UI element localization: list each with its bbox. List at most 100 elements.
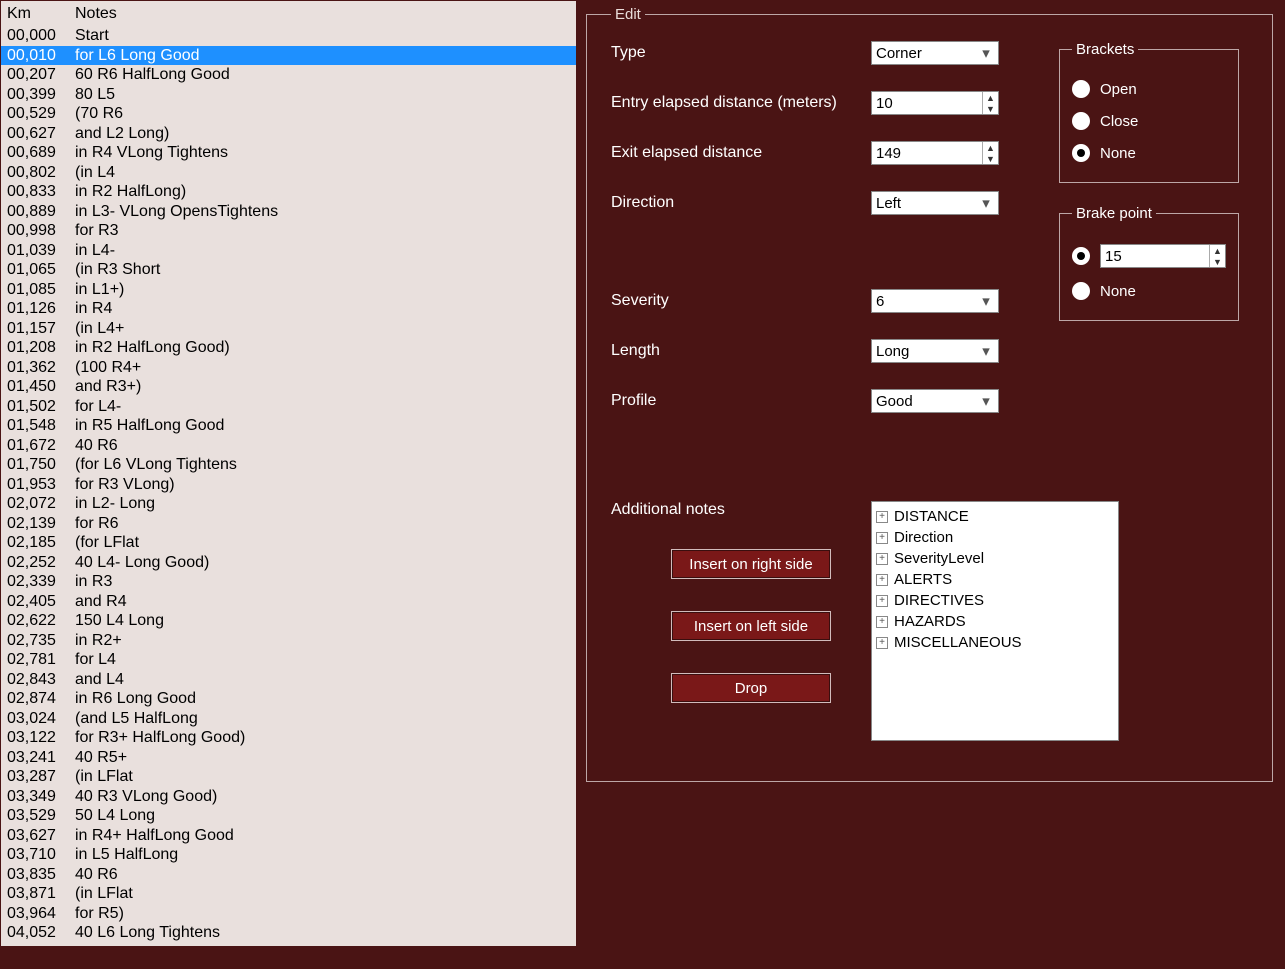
list-row[interactable]: 01,548in R5 HalfLong Good	[1, 416, 576, 436]
list-row[interactable]: 03,52950 L4 Long	[1, 806, 576, 826]
list-row[interactable]: 02,622150 L4 Long	[1, 611, 576, 631]
list-row[interactable]: 03,24140 R5+	[1, 748, 576, 768]
list-row[interactable]: 00,627and L2 Long)	[1, 124, 576, 144]
list-row[interactable]: 00,833in R2 HalfLong)	[1, 182, 576, 202]
list-row[interactable]: 00,39980 L5	[1, 85, 576, 105]
cell-km: 00,010	[7, 46, 75, 66]
list-row[interactable]: 01,157(in L4+	[1, 319, 576, 339]
list-row[interactable]: 00,998for R3	[1, 221, 576, 241]
edit-panel-container: Edit Type Corner ▾ Entry elapsed distanc…	[576, 0, 1285, 969]
list-row[interactable]: 02,25240 L4- Long Good)	[1, 553, 576, 573]
tree-expand-icon[interactable]: +	[876, 574, 888, 586]
list-row[interactable]: 01,126in R4	[1, 299, 576, 319]
list-row[interactable]: 00,000Start	[1, 26, 576, 46]
cell-notes: and R4	[75, 592, 570, 612]
severity-select[interactable]: 6 ▾	[871, 289, 999, 313]
brake-point-value-radio[interactable]: 15 ▲▼	[1072, 244, 1226, 268]
exit-distance-input[interactable]: 149 ▲▼	[871, 141, 999, 165]
list-row[interactable]: 03,871(in LFlat	[1, 884, 576, 904]
column-header-notes[interactable]: Notes	[75, 5, 570, 23]
list-row[interactable]: 02,139for R6	[1, 514, 576, 534]
label-profile: Profile	[611, 392, 871, 410]
cell-km: 00,998	[7, 221, 75, 241]
list-row[interactable]: 01,953for R3 VLong)	[1, 475, 576, 495]
list-row[interactable]: 02,843and L4	[1, 670, 576, 690]
spinner-arrows-icon[interactable]: ▲▼	[1209, 245, 1225, 267]
list-row[interactable]: 02,405and R4	[1, 592, 576, 612]
brackets-close-radio[interactable]: Close	[1072, 112, 1226, 130]
list-row[interactable]: 03,83540 R6	[1, 865, 576, 885]
list-row[interactable]: 01,450and R3+)	[1, 377, 576, 397]
profile-select[interactable]: Good ▾	[871, 389, 999, 413]
drop-button[interactable]: Drop	[671, 673, 831, 703]
direction-select[interactable]: Left ▾	[871, 191, 999, 215]
list-row[interactable]: 03,710in L5 HalfLong	[1, 845, 576, 865]
spinner-arrows-icon[interactable]: ▲▼	[982, 142, 998, 164]
list-row[interactable]: 03,627in R4+ HalfLong Good	[1, 826, 576, 846]
insert-left-button[interactable]: Insert on left side	[671, 611, 831, 641]
additional-notes-tree[interactable]: +DISTANCE+Direction+SeverityLevel+ALERTS…	[871, 501, 1119, 741]
entry-distance-input[interactable]: 10 ▲▼	[871, 91, 999, 115]
tree-item[interactable]: +Direction	[874, 527, 1116, 548]
brake-point-none-radio[interactable]: None	[1072, 282, 1226, 300]
list-row[interactable]: 02,874in R6 Long Good	[1, 689, 576, 709]
list-row[interactable]: 02,339in R3	[1, 572, 576, 592]
cell-notes: in R4 VLong Tightens	[75, 143, 570, 163]
list-row[interactable]: 00,802(in L4	[1, 163, 576, 183]
list-row[interactable]: 00,010for L6 Long Good	[1, 46, 576, 66]
list-row[interactable]: 03,34940 R3 VLong Good)	[1, 787, 576, 807]
cell-notes: for R6	[75, 514, 570, 534]
list-row[interactable]: 00,20760 R6 HalfLong Good	[1, 65, 576, 85]
cell-notes: for L4-	[75, 397, 570, 417]
tree-expand-icon[interactable]: +	[876, 553, 888, 565]
pacenotes-list[interactable]: 00,000Start00,010for L6 Long Good00,2076…	[1, 26, 576, 946]
tree-item[interactable]: +ALERTS	[874, 569, 1116, 590]
tree-expand-icon[interactable]: +	[876, 532, 888, 544]
tree-expand-icon[interactable]: +	[876, 616, 888, 628]
list-row[interactable]: 02,185(for LFlat	[1, 533, 576, 553]
column-header-km[interactable]: Km	[7, 5, 75, 23]
list-row[interactable]: 03,122for R3+ HalfLong Good)	[1, 728, 576, 748]
tree-expand-icon[interactable]: +	[876, 637, 888, 649]
list-row[interactable]: 00,889in L3- VLong OpensTightens	[1, 202, 576, 222]
tree-item[interactable]: +SeverityLevel	[874, 548, 1116, 569]
list-row[interactable]: 01,67240 R6	[1, 436, 576, 456]
list-row[interactable]: 02,072in L2- Long	[1, 494, 576, 514]
brackets-close-label: Close	[1100, 113, 1138, 130]
list-row[interactable]: 01,750(for L6 VLong Tightens	[1, 455, 576, 475]
label-entry: Entry elapsed distance (meters)	[611, 94, 871, 112]
cell-km: 01,157	[7, 319, 75, 339]
brake-point-input[interactable]: 15 ▲▼	[1100, 244, 1226, 268]
cell-notes: for R5)	[75, 904, 570, 924]
list-row[interactable]: 01,039in L4-	[1, 241, 576, 261]
list-row[interactable]: 03,964for R5)	[1, 904, 576, 924]
cell-km: 01,548	[7, 416, 75, 436]
profile-select-value: Good	[876, 393, 913, 410]
tree-item[interactable]: +DISTANCE	[874, 506, 1116, 527]
type-select[interactable]: Corner ▾	[871, 41, 999, 65]
list-row[interactable]: 04,05240 L6 Long Tightens	[1, 923, 576, 943]
brackets-none-radio[interactable]: None	[1072, 144, 1226, 162]
list-row[interactable]: 01,208in R2 HalfLong Good)	[1, 338, 576, 358]
tree-expand-icon[interactable]: +	[876, 595, 888, 607]
brackets-open-radio[interactable]: Open	[1072, 80, 1226, 98]
list-row[interactable]: 02,781for L4	[1, 650, 576, 670]
cell-notes: 40 L6 Long Tightens	[75, 923, 570, 943]
tree-item[interactable]: +DIRECTIVES	[874, 590, 1116, 611]
insert-right-button[interactable]: Insert on right side	[671, 549, 831, 579]
list-row[interactable]: 03,287(in LFlat	[1, 767, 576, 787]
list-row[interactable]: 00,689in R4 VLong Tightens	[1, 143, 576, 163]
list-row[interactable]: 01,362(100 R4+	[1, 358, 576, 378]
list-row[interactable]: 01,085in L1+)	[1, 280, 576, 300]
tree-expand-icon[interactable]: +	[876, 511, 888, 523]
tree-item[interactable]: +HAZARDS	[874, 611, 1116, 632]
tree-item[interactable]: +MISCELLANEOUS	[874, 632, 1116, 653]
list-row[interactable]: 01,065(in R3 Short	[1, 260, 576, 280]
length-select[interactable]: Long ▾	[871, 339, 999, 363]
cell-km: 01,450	[7, 377, 75, 397]
spinner-arrows-icon[interactable]: ▲▼	[982, 92, 998, 114]
list-row[interactable]: 01,502for L4-	[1, 397, 576, 417]
list-row[interactable]: 03,024(and L5 HalfLong	[1, 709, 576, 729]
list-row[interactable]: 02,735in R2+	[1, 631, 576, 651]
list-row[interactable]: 00,529(70 R6	[1, 104, 576, 124]
